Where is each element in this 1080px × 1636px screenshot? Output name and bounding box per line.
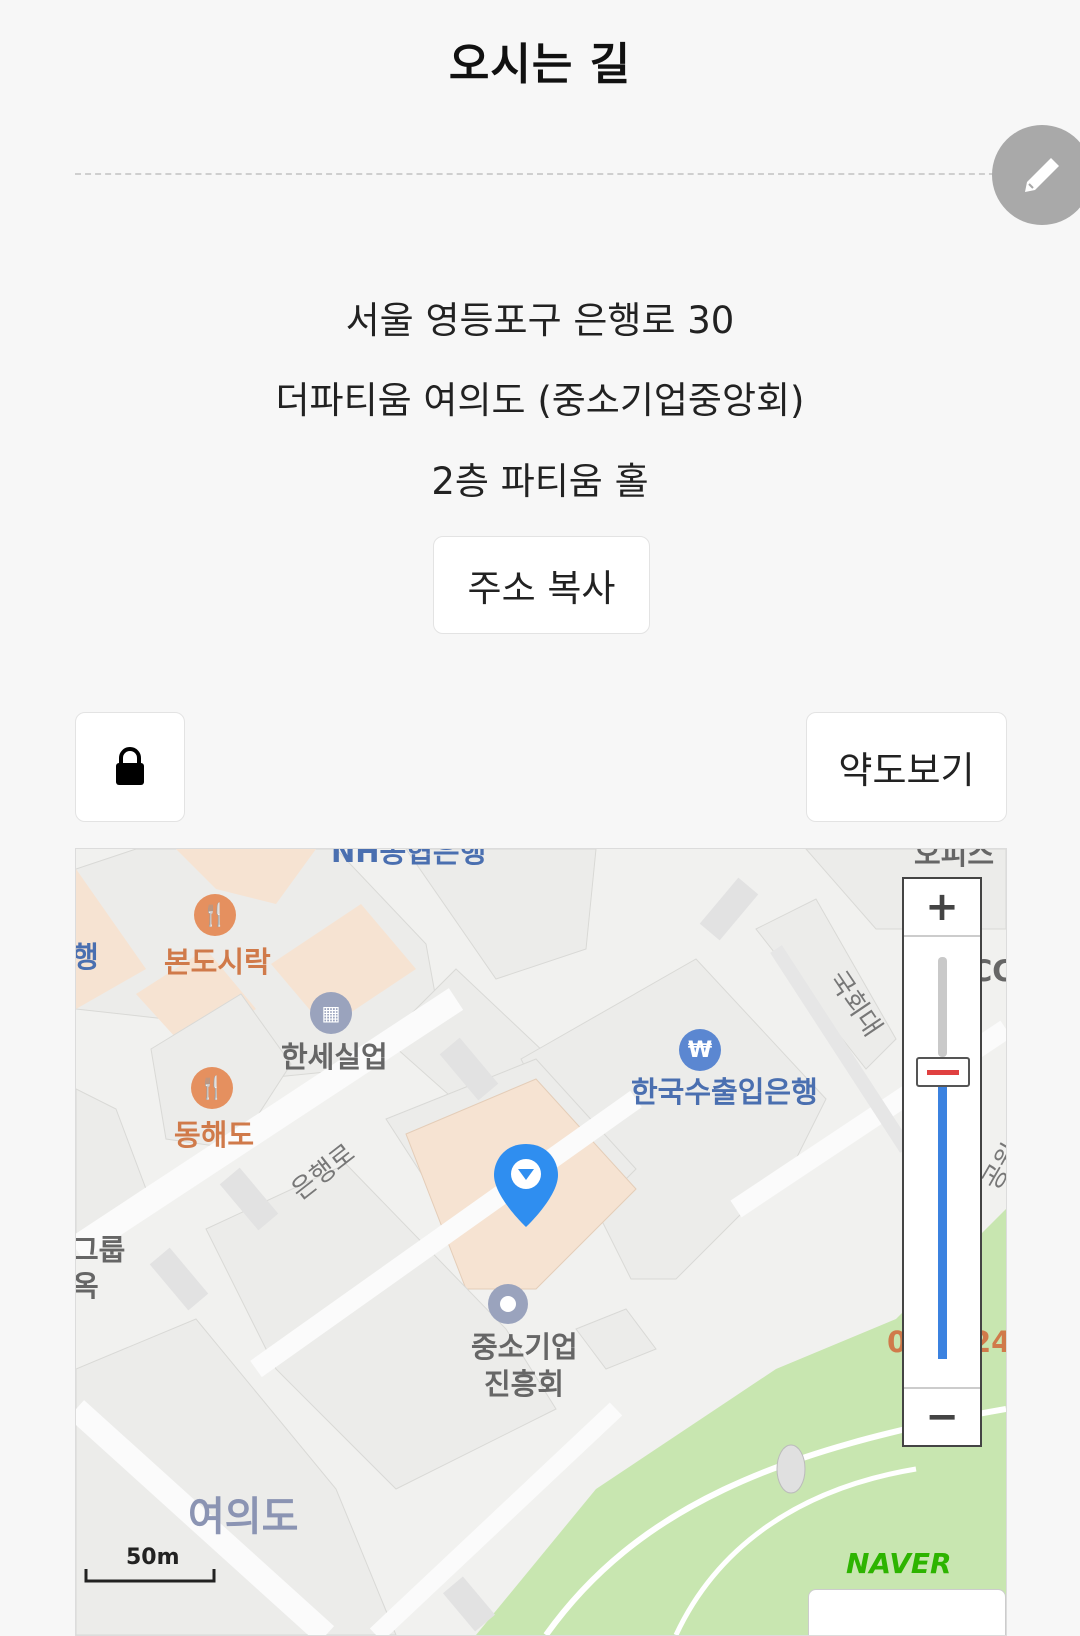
restaurant-icon: 🍴 (191, 1067, 233, 1109)
copy-address-button[interactable]: 주소 복사 (433, 536, 650, 634)
zoom-track-filled (938, 1079, 947, 1359)
poi-label: 본도시락 (164, 945, 271, 979)
zoom-slider-handle[interactable] (916, 1057, 970, 1087)
zoom-control: + − (902, 877, 982, 1447)
bank-icon: ₩ (679, 1029, 721, 1071)
naver-logo: NAVER (846, 1547, 952, 1580)
map-scale: 50m (84, 1545, 224, 1591)
map-view[interactable]: 🍴 본도시락 ▦ 한세실업 🍴 동해도 ₩ 한국수출입은행 중소기업 진흥회 은… (75, 848, 1007, 1636)
zoom-out-button[interactable]: − (904, 1387, 980, 1445)
zoom-in-button[interactable]: + (904, 879, 980, 937)
address-line-2: 더파티움 여의도 (중소기업중앙회) (275, 379, 805, 422)
lock-icon (116, 747, 144, 785)
poi-label: NH농협은행 (331, 848, 487, 869)
page-title: 오시는 길 (448, 39, 632, 90)
poi-label: 중소기업 (471, 1330, 578, 1364)
poi-label: 진흥회 (484, 1367, 565, 1401)
restaurant-icon: 🍴 (194, 894, 236, 936)
address-line-3: 2층 파티움 홀 (431, 460, 649, 503)
address-line-1: 서울 영등포구 은행로 30 (345, 299, 735, 342)
zoom-track[interactable] (938, 957, 947, 1057)
sketch-map-button[interactable]: 약도보기 (806, 712, 1007, 822)
scale-label: 50m (126, 1545, 180, 1570)
poi-label: 옥 (76, 1263, 99, 1305)
title-divider (75, 173, 1005, 175)
poi-label: 행 (76, 934, 99, 976)
map-corner-control[interactable] (808, 1589, 1006, 1635)
pencil-icon (1025, 158, 1059, 192)
edit-button[interactable] (992, 125, 1080, 225)
building-icon: ▦ (310, 992, 352, 1034)
poi-label: 한국수출입은행 (631, 1075, 818, 1109)
poi-label: 한세실업 (281, 1040, 388, 1074)
poi-label: 동해도 (174, 1118, 255, 1152)
poi-label: 오피스 (914, 848, 995, 871)
map-lock-button[interactable] (75, 712, 185, 822)
area-label: 여의도 (188, 1494, 299, 1540)
